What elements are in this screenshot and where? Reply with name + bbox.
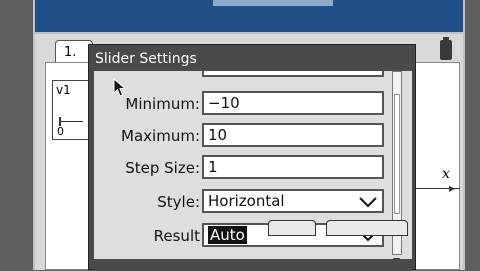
maximum-input[interactable]: 10 [202,123,384,147]
slider-widget[interactable]: v1 0 [52,80,90,140]
step-size-label: Step Size: [125,159,200,177]
result-label: Result [153,227,200,245]
x-axis-arrow-icon: ▸ [449,181,456,195]
title-bar [33,0,465,34]
minimum-input[interactable]: −10 [202,91,384,115]
arrow-cursor-icon [113,78,127,97]
step-size-row: Step Size: 1 [94,155,394,181]
style-select[interactable]: Horizontal [202,189,384,213]
maximum-label: Maximum: [121,127,200,145]
title-bar-strip [213,0,333,6]
dialog-footer [94,259,412,271]
maximum-row: Maximum: 10 [94,123,394,149]
x-axis-label: x [442,166,450,182]
slider-min-tick: 0 [57,125,64,138]
scrollbar-thumb[interactable] [394,94,400,214]
hidden-row [94,71,394,79]
dialog-body: Minimum: −10 Maximum: 10 Step Size: 1 St… [94,71,412,271]
style-value: Horizontal [208,192,285,210]
slider-variable-label: v1 [56,83,71,97]
cancel-button[interactable] [326,220,408,236]
slider-settings-dialog: Slider Settings Minimum: −10 Maximum: 10… [88,44,416,271]
minimum-label: Minimum: [125,95,200,113]
step-size-input[interactable]: 1 [202,155,384,179]
partial-field[interactable] [202,71,384,77]
style-label: Style: [157,193,200,211]
ok-button[interactable] [268,220,316,236]
battery-icon [440,37,452,60]
dialog-title: Slider Settings [95,51,197,67]
result-value: Auto [208,226,247,244]
chevron-down-icon [359,197,377,208]
slider-track [59,121,83,122]
style-row: Style: Horizontal [94,189,394,215]
minimum-row: Minimum: −10 [94,91,394,117]
